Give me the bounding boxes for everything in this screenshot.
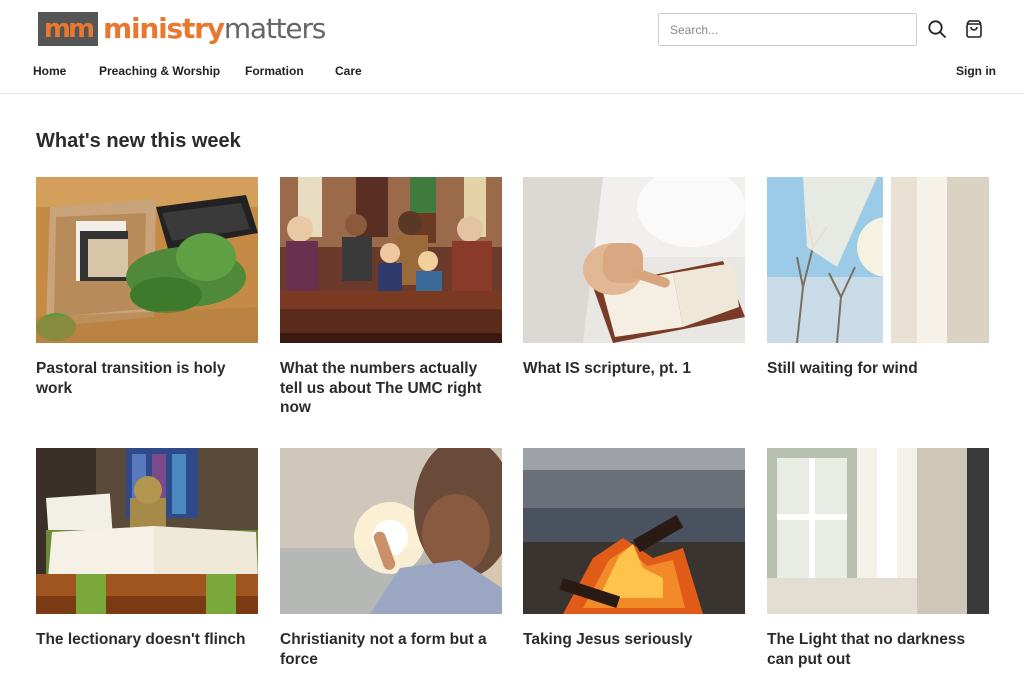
- article-title[interactable]: Christianity not a form but a force: [280, 630, 502, 669]
- article-title[interactable]: The lectionary doesn't flinch: [36, 630, 258, 650]
- article-image-prayer-sunset: [280, 448, 502, 614]
- site-header: mm ministrymatters Home Preaching & Wors…: [0, 0, 1024, 94]
- logo-word-ministry: ministry: [103, 12, 225, 45]
- article-card[interactable]: What IS scripture, pt. 1: [523, 177, 745, 379]
- article-card[interactable]: Pastoral transition is holy work: [36, 177, 258, 398]
- nav-care[interactable]: Care: [335, 64, 362, 78]
- article-card[interactable]: The Light that no darkness can put out: [767, 448, 989, 669]
- article-card[interactable]: Taking Jesus seriously: [523, 448, 745, 650]
- article-image-bright-window: [767, 448, 989, 614]
- logo-word-matters: matters: [223, 12, 327, 45]
- article-title[interactable]: The Light that no darkness can put out: [767, 630, 989, 669]
- article-image-beach-fire: [523, 448, 745, 614]
- nav-home[interactable]: Home: [33, 64, 66, 78]
- article-image-box-plant: [36, 177, 258, 343]
- article-title[interactable]: Pastoral transition is holy work: [36, 359, 258, 398]
- section-heading: What's new this week: [36, 130, 241, 152]
- article-title[interactable]: Still waiting for wind: [767, 359, 989, 379]
- article-card[interactable]: What the numbers actually tell us about …: [280, 177, 502, 418]
- article-image-bible-reading: [523, 177, 745, 343]
- cart-button[interactable]: [962, 17, 986, 41]
- search-button[interactable]: [925, 17, 949, 41]
- article-card[interactable]: Still waiting for wind: [767, 177, 989, 379]
- nav-formation[interactable]: Formation: [245, 64, 304, 78]
- article-card[interactable]: The lectionary doesn't flinch: [36, 448, 258, 650]
- search-input[interactable]: [658, 13, 917, 46]
- logo-mark: mm: [38, 12, 98, 46]
- article-title[interactable]: What IS scripture, pt. 1: [523, 359, 745, 379]
- article-title[interactable]: What the numbers actually tell us about …: [280, 359, 502, 418]
- article-card[interactable]: Christianity not a form but a force: [280, 448, 502, 669]
- article-image-church-pew: [280, 177, 502, 343]
- article-image-lectionary: [36, 448, 258, 614]
- article-title[interactable]: Taking Jesus seriously: [523, 630, 745, 650]
- search-icon: [928, 20, 946, 38]
- logo-wordmark: ministrymatters: [103, 12, 327, 46]
- site-logo[interactable]: mm ministrymatters: [38, 12, 327, 46]
- article-image-window-curtain: [767, 177, 989, 343]
- sign-in-link[interactable]: Sign in: [956, 64, 996, 78]
- nav-preaching-worship[interactable]: Preaching & Worship: [99, 64, 220, 78]
- shopping-bag-icon: [966, 20, 982, 38]
